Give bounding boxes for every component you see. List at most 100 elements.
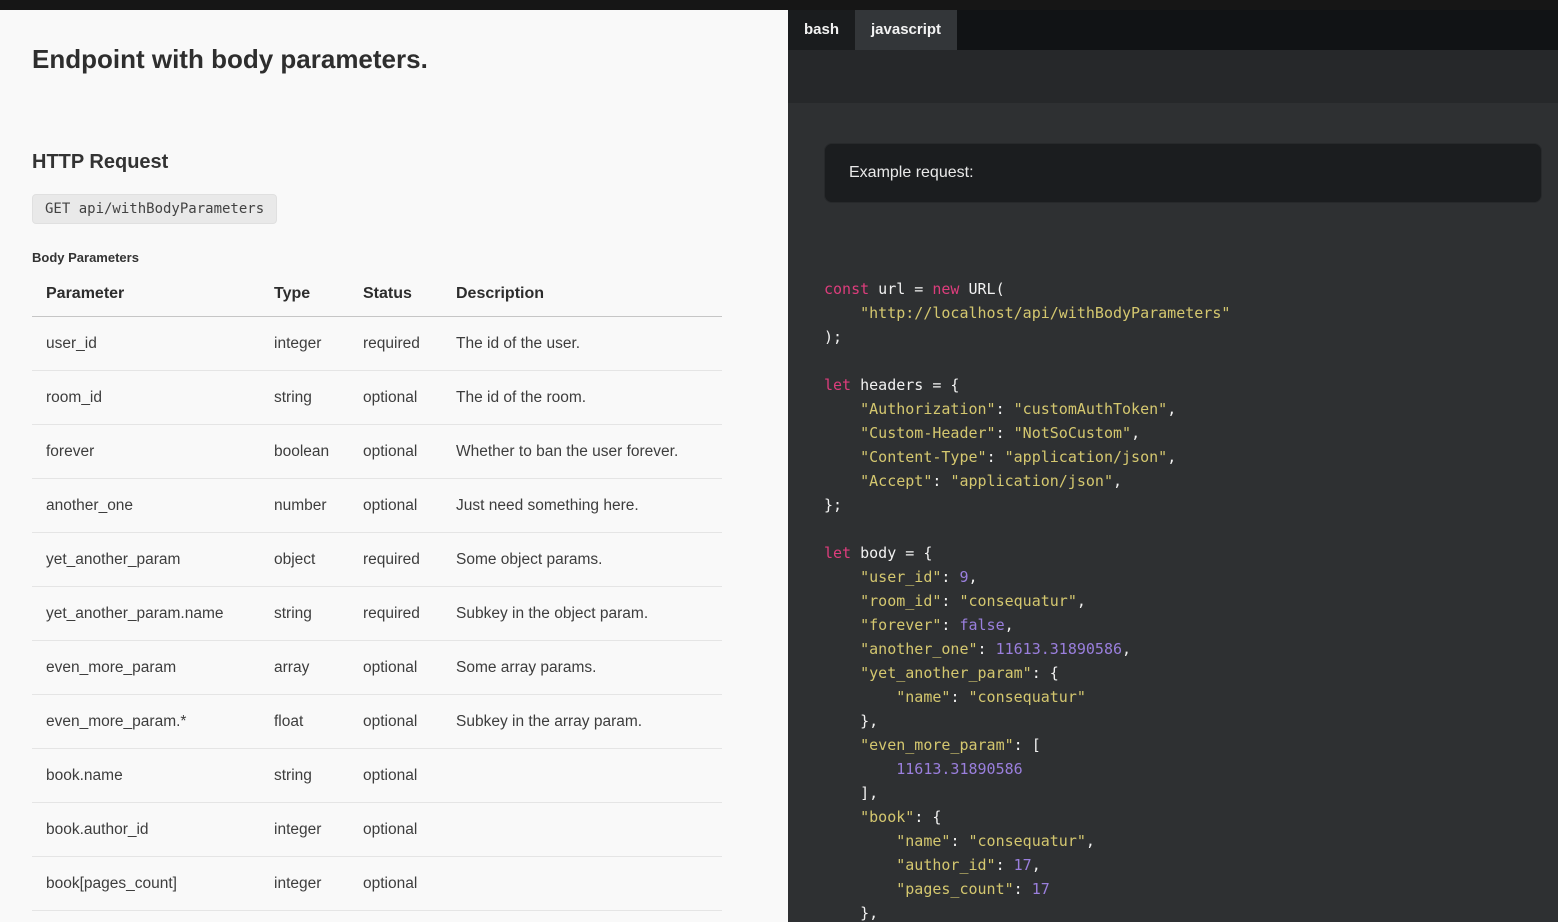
- param-status-cell: optional: [349, 857, 442, 911]
- param-description-cell: Subkey in the array param.: [442, 695, 722, 749]
- table-row: yet_another_param.namestringrequiredSubk…: [32, 587, 722, 641]
- param-name-cell: yet_another_param.name: [32, 587, 260, 641]
- code-line: "book": {: [824, 805, 1542, 829]
- param-status-cell: optional: [349, 641, 442, 695]
- table-row: user_idintegerrequiredThe id of the user…: [32, 317, 722, 371]
- param-description-cell: Subkey in the object param.: [442, 587, 722, 641]
- table-row: book.namestringoptional: [32, 749, 722, 803]
- param-status-cell: required: [349, 533, 442, 587]
- table-row: room_idstringoptionalThe id of the room.: [32, 371, 722, 425]
- code-line: "name": "consequatur": [824, 685, 1542, 709]
- code-line: "even_more_param": [: [824, 733, 1542, 757]
- code-line: "Custom-Header": "NotSoCustom",: [824, 421, 1542, 445]
- parameters-table: ParameterTypeStatusDescription user_idin…: [32, 277, 722, 911]
- param-name-cell: book.name: [32, 749, 260, 803]
- param-type-cell: integer: [260, 857, 349, 911]
- param-type-cell: string: [260, 749, 349, 803]
- code-line: },: [824, 901, 1542, 922]
- table-row: book.author_idintegeroptional: [32, 803, 722, 857]
- code-line: "Accept": "application/json",: [824, 469, 1542, 493]
- param-name-cell: room_id: [32, 371, 260, 425]
- code-line: "author_id": 17,: [824, 853, 1542, 877]
- code-line: "name": "consequatur",: [824, 829, 1542, 853]
- param-name-cell: book.author_id: [32, 803, 260, 857]
- param-name-cell: even_more_param: [32, 641, 260, 695]
- param-name-cell: yet_another_param: [32, 533, 260, 587]
- code-panel: bashjavascript Example request: const ur…: [788, 10, 1558, 922]
- code-line: [824, 517, 1542, 541]
- code-line: let body = {: [824, 541, 1542, 565]
- docs-panel: Endpoint with body parameters. HTTP Requ…: [0, 10, 788, 922]
- param-type-cell: object: [260, 533, 349, 587]
- code-line: "Authorization": "customAuthToken",: [824, 397, 1542, 421]
- code-line: "another_one": 11613.31890586,: [824, 637, 1542, 661]
- page-title: Endpoint with body parameters.: [32, 44, 788, 75]
- example-request-label: Example request:: [849, 164, 974, 182]
- param-name-cell: even_more_param.*: [32, 695, 260, 749]
- code-line: };: [824, 493, 1542, 517]
- param-status-cell: optional: [349, 479, 442, 533]
- param-type-cell: boolean: [260, 425, 349, 479]
- param-type-cell: string: [260, 371, 349, 425]
- table-header-cell: Parameter: [32, 277, 260, 317]
- table-row: book[pages_count]integeroptional: [32, 857, 722, 911]
- param-type-cell: float: [260, 695, 349, 749]
- code-line: },: [824, 709, 1542, 733]
- code-line: 11613.31890586: [824, 757, 1542, 781]
- code-line: "user_id": 9,: [824, 565, 1542, 589]
- tab-bash[interactable]: bash: [788, 10, 855, 50]
- tabbar-spacer: [788, 50, 1558, 103]
- code-line: );: [824, 325, 1542, 349]
- code-line: [824, 349, 1542, 373]
- param-type-cell: integer: [260, 803, 349, 857]
- language-tabbar: bashjavascript: [788, 10, 1558, 50]
- code-line: const url = new URL(: [824, 277, 1542, 301]
- param-description-cell: [442, 857, 722, 911]
- param-description-cell: Whether to ban the user forever.: [442, 425, 722, 479]
- code-block: const url = new URL( "http://localhost/a…: [824, 277, 1542, 922]
- param-description-cell: The id of the room.: [442, 371, 722, 425]
- code-line: "yet_another_param": {: [824, 661, 1542, 685]
- code-line: ],: [824, 781, 1542, 805]
- param-description-cell: [442, 749, 722, 803]
- table-row: another_onenumberoptionalJust need somet…: [32, 479, 722, 533]
- code-line: "Content-Type": "application/json",: [824, 445, 1542, 469]
- param-name-cell: forever: [32, 425, 260, 479]
- code-line: "room_id": "consequatur",: [824, 589, 1542, 613]
- param-description-cell: Some array params.: [442, 641, 722, 695]
- param-status-cell: optional: [349, 803, 442, 857]
- table-row: yet_another_paramobjectrequiredSome obje…: [32, 533, 722, 587]
- table-header-cell: Description: [442, 277, 722, 317]
- table-header-cell: Status: [349, 277, 442, 317]
- tab-javascript[interactable]: javascript: [855, 10, 957, 50]
- code-line: "forever": false,: [824, 613, 1542, 637]
- param-name-cell: book[pages_count]: [32, 857, 260, 911]
- param-description-cell: Just need something here.: [442, 479, 722, 533]
- code-line: "pages_count": 17: [824, 877, 1542, 901]
- param-status-cell: optional: [349, 749, 442, 803]
- param-type-cell: number: [260, 479, 349, 533]
- http-request-heading: HTTP Request: [32, 151, 788, 174]
- param-type-cell: integer: [260, 317, 349, 371]
- table-row: even_more_param.*floatoptionalSubkey in …: [32, 695, 722, 749]
- param-description-cell: The id of the user.: [442, 317, 722, 371]
- param-status-cell: optional: [349, 695, 442, 749]
- param-description-cell: Some object params.: [442, 533, 722, 587]
- param-status-cell: required: [349, 587, 442, 641]
- param-type-cell: string: [260, 587, 349, 641]
- endpoint-badge: GET api/withBodyParameters: [32, 194, 277, 224]
- param-description-cell: [442, 803, 722, 857]
- code-line: "http://localhost/api/withBodyParameters…: [824, 301, 1542, 325]
- example-request-box: Example request:: [824, 143, 1542, 203]
- param-name-cell: user_id: [32, 317, 260, 371]
- param-type-cell: array: [260, 641, 349, 695]
- table-row: foreverbooleanoptionalWhether to ban the…: [32, 425, 722, 479]
- code-line: let headers = {: [824, 373, 1542, 397]
- top-bar: [0, 0, 1558, 10]
- param-name-cell: another_one: [32, 479, 260, 533]
- table-header-row: ParameterTypeStatusDescription: [32, 277, 722, 317]
- table-row: even_more_paramarrayoptionalSome array p…: [32, 641, 722, 695]
- table-header-cell: Type: [260, 277, 349, 317]
- param-status-cell: optional: [349, 425, 442, 479]
- body-parameters-label: Body Parameters: [32, 250, 788, 265]
